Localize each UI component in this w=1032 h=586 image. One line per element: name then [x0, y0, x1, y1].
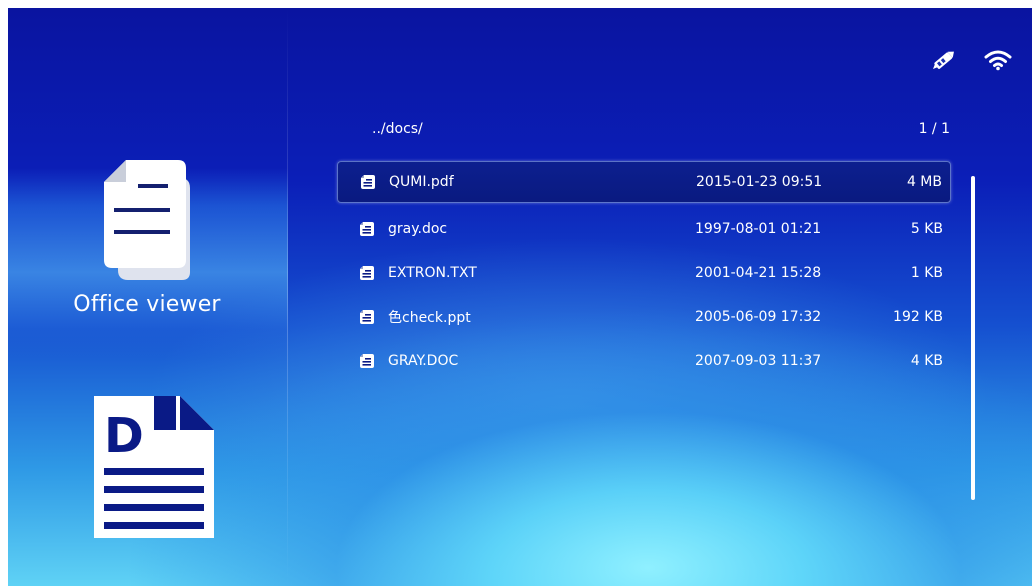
office-viewer-icon[interactable] — [94, 156, 202, 286]
sidebar-divider — [287, 8, 288, 586]
usb-edit-icon — [930, 48, 958, 72]
file-list: QUMI.pdf 2015-01-23 09:51 4 MB gray.doc … — [337, 161, 951, 383]
file-size: 192 KB — [893, 309, 943, 325]
file-name: QUMI.pdf — [389, 174, 454, 190]
file-date: 2007-09-03 11:37 — [695, 353, 822, 369]
file-date: 2005-06-09 17:32 — [695, 309, 822, 325]
wifi-icon — [984, 49, 1012, 71]
file-date: 2001-04-21 15:28 — [695, 265, 822, 281]
file-size: 4 MB — [906, 174, 942, 190]
file-row[interactable]: gray.doc 1997-08-01 01:21 5 KB — [337, 207, 951, 251]
document-icon — [359, 309, 375, 325]
file-date: 2015-01-23 09:51 — [696, 174, 823, 190]
office-viewer-label[interactable]: Office viewer — [8, 292, 286, 317]
document-icon — [359, 221, 375, 237]
file-name: 色check.ppt — [388, 310, 471, 326]
file-name: gray.doc — [388, 221, 448, 237]
document-icon — [359, 353, 375, 369]
file-date: 1997-08-01 01:21 — [695, 221, 822, 237]
file-size: 4 KB — [910, 353, 943, 369]
file-name: GRAY.DOC — [388, 353, 459, 369]
file-size: 1 KB — [910, 265, 943, 281]
scrollbar[interactable] — [971, 176, 975, 500]
file-name: EXTRON.TXT — [388, 265, 477, 281]
document-type-letter: D — [104, 408, 144, 464]
document-icon — [360, 174, 376, 190]
current-path: ../docs/ — [372, 121, 423, 137]
file-row[interactable]: GRAY.DOC 2007-09-03 11:37 4 KB — [337, 339, 951, 383]
status-bar — [930, 48, 1012, 72]
screen: Office viewer D ../docs/ 1 / 1 QUMI.pdf — [8, 8, 1032, 586]
page-indicator: 1 / 1 — [918, 121, 950, 137]
file-row[interactable]: 色check.ppt 2005-06-09 17:32 192 KB — [337, 295, 951, 339]
file-row[interactable]: EXTRON.TXT 2001-04-21 15:28 1 KB — [337, 251, 951, 295]
file-row[interactable]: QUMI.pdf 2015-01-23 09:51 4 MB — [337, 161, 951, 203]
file-size: 5 KB — [910, 221, 943, 237]
document-type-icon: D — [90, 392, 218, 542]
document-icon — [359, 265, 375, 281]
sidebar: Office viewer D — [8, 8, 288, 586]
